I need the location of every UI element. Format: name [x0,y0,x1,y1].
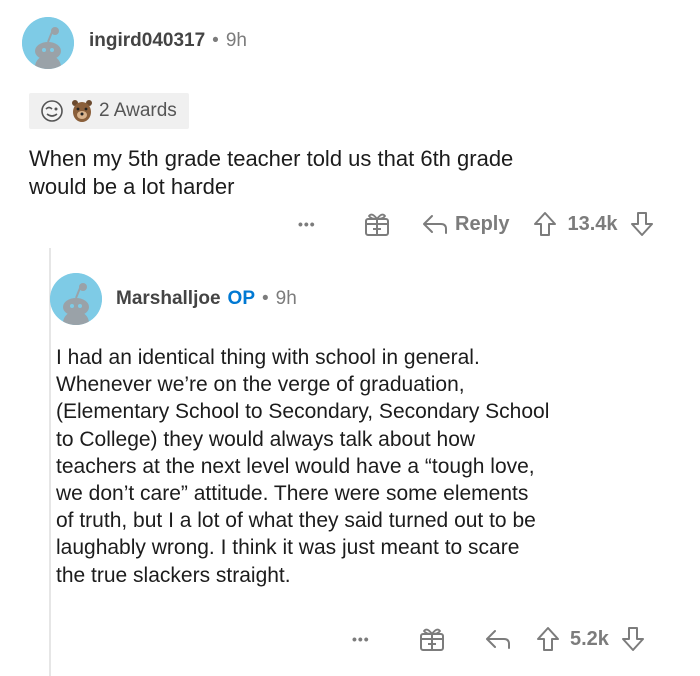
give-award-button[interactable] [363,210,391,238]
upvote-button[interactable] [533,211,557,237]
more-options-button[interactable]: ••• [352,631,380,647]
upvote-button[interactable] [536,626,560,652]
gift-icon [365,213,389,236]
downvote-button[interactable] [621,626,645,652]
reply-arrow-icon [486,630,510,649]
meta-separator: • [212,30,219,51]
thread-line[interactable] [49,248,51,676]
awards-label: 2 Awards [99,100,177,121]
reply-button[interactable]: Reply [421,213,509,236]
comment-body-line: When my 5th grade teacher told us that 6… [29,146,514,171]
gift-icon [420,628,444,651]
awards-badge[interactable]: 2 Awards [29,93,189,129]
reply-body: I had an identical thing with school in … [56,344,686,589]
reply-body-line: Whenever we’re on the verge of graduatio… [56,373,465,397]
reply-body-line: the true slackers straight. [56,563,291,587]
op-badge: OP [227,288,255,309]
vote-count: 5.2k [570,627,609,650]
reply-body-line: I had an identical thing with school in … [56,346,480,369]
timestamp: 9h [275,288,297,309]
upvote-arrow-icon [534,212,557,236]
avatar[interactable] [50,273,102,325]
reply-body-line: of truth, but I a lot of what they said … [56,509,536,533]
reply-body-line: teachers at the next level would have a … [56,454,535,478]
downvote-arrow-icon [630,212,653,236]
timestamp: 9h [225,30,247,51]
award-bear-icon [72,100,92,122]
reply-body-line: to College) they would always talk about… [56,427,476,451]
upvote-arrow-icon [537,627,559,651]
downvote-arrow-icon [621,627,644,651]
give-award-button[interactable] [418,625,446,653]
snoo-avatar-icon [22,17,74,69]
comment-body-line: would be a lot harder [29,174,235,199]
snoo-avatar-icon [50,273,102,325]
downvote-button[interactable] [630,211,654,237]
reply-body-line: laughably wrong. I think it was just mea… [56,536,520,560]
award-face-icon [41,100,63,122]
reply-body-line: (Elementary School to Secondary, Seconda… [56,400,550,424]
reply-label: Reply [455,212,510,235]
meta-separator: • [262,288,269,309]
username[interactable]: ingird040317 [89,30,205,52]
comment-body: When my 5th grade teacher told us that 6… [29,145,679,201]
more-options-button[interactable]: ••• [298,216,326,232]
reply-body-line: we don’t care” attitude. There were some… [56,482,529,506]
reply-button[interactable] [484,628,512,650]
vote-count: 13.4k [567,212,618,235]
reply-arrow-icon [423,215,447,234]
username[interactable]: Marshalljoe [116,288,221,310]
avatar[interactable] [22,17,74,69]
